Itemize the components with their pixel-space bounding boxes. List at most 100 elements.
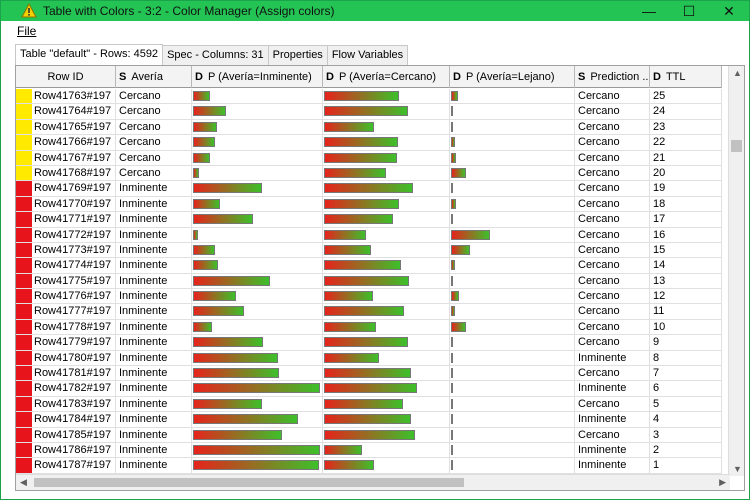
row-color-swatch <box>16 212 32 227</box>
probability-bar <box>324 121 374 132</box>
table-row[interactable]: Row41767#197 Cercano Cercano 21 <box>16 150 722 166</box>
row-id-text: Row41774#197 <box>34 259 112 272</box>
tab-properties[interactable]: Properties <box>267 45 328 65</box>
maximize-button[interactable]: ☐ <box>669 1 709 21</box>
probability-bar <box>193 383 320 394</box>
p-inminente-cell <box>192 181 323 196</box>
vertical-scrollbar[interactable]: ▲ ▼ <box>728 66 744 476</box>
averia-cell: Inminente <box>116 381 192 396</box>
table-row[interactable]: Row41776#197 Inminente Cercano 12 <box>16 289 722 305</box>
scroll-right-icon[interactable]: ▶ <box>719 477 726 488</box>
probability-bar <box>451 91 458 101</box>
probability-bar <box>324 198 399 209</box>
p-inminente-cell <box>192 227 323 242</box>
averia-cell: Inminente <box>116 242 192 258</box>
table-row[interactable]: Row41774#197 Inminente Cercano 14 <box>16 258 722 274</box>
prediction-cell: Cercano <box>575 366 650 381</box>
table-row[interactable]: Row41782#197 Inminente Inminente 6 <box>16 381 722 397</box>
row-id-cell: Row41770#197 <box>16 196 116 212</box>
averia-cell: Cercano <box>116 165 192 181</box>
probability-bar <box>193 152 210 163</box>
table-row[interactable]: Row41777#197 Inminente Cercano 11 <box>16 304 722 320</box>
table-row[interactable]: Row41773#197 Inminente Cercano 15 <box>16 242 722 259</box>
row-id-cell: Row41784#197 <box>16 412 116 427</box>
table-row[interactable]: Row41785#197 Inminente Cercano 3 <box>16 427 722 443</box>
probability-bar <box>324 183 413 194</box>
row-color-swatch <box>16 396 32 412</box>
column-header-ttl[interactable]: D TTL <box>650 66 722 88</box>
p-lejano-cell <box>450 227 575 242</box>
probability-bar <box>193 121 217 132</box>
column-header-p-lejano[interactable]: D P (Avería=Lejano) <box>450 66 575 88</box>
column-header-averia[interactable]: S Avería <box>116 66 192 88</box>
scroll-up-icon[interactable]: ▲ <box>733 68 742 78</box>
probability-bar <box>324 244 371 255</box>
column-header-prediction[interactable]: S Prediction ... <box>575 66 650 88</box>
horizontal-scrollbar[interactable]: ◀ ▶ <box>16 474 730 490</box>
horizontal-scroll-thumb[interactable] <box>34 478 464 487</box>
row-id-text: Row41781#197 <box>34 367 112 380</box>
averia-cell: Inminente <box>116 412 192 427</box>
probability-bar <box>324 383 417 394</box>
tab-flow-variables[interactable]: Flow Variables <box>326 45 409 65</box>
table-body: Row41763#197 Cercano Cercano 25 Row41764#197… <box>16 89 722 490</box>
averia-cell: Inminente <box>116 458 192 473</box>
probability-bar <box>451 368 453 379</box>
table-row[interactable]: Row41766#197 Cercano Cercano 22 <box>16 135 722 151</box>
color-manager-window: Table with Colors - 3:2 - Color Manager … <box>0 0 750 500</box>
ttl-cell: 2 <box>650 442 722 458</box>
table-row[interactable]: Row41778#197 Inminente Cercano 10 <box>16 319 722 336</box>
p-cercano-cell <box>323 227 450 242</box>
table-row[interactable]: Row41780#197 Inminente Inminente 8 <box>16 350 722 367</box>
table-row[interactable]: Row41779#197 Inminente Cercano 9 <box>16 335 722 351</box>
table-row[interactable]: Row41771#197 Inminente Cercano 17 <box>16 212 722 228</box>
p-cercano-cell <box>323 335 450 350</box>
column-header-p-inminente[interactable]: D P (Avería=Inminente) <box>192 66 323 88</box>
tab-table[interactable]: Table "default" - Rows: 4592 <box>15 44 164 65</box>
table-row[interactable]: Row41764#197 Cercano Cercano 24 <box>16 104 722 120</box>
table-row[interactable]: Row41768#197 Cercano Cercano 20 <box>16 165 722 182</box>
row-color-swatch <box>16 119 32 135</box>
prediction-cell: Cercano <box>575 427 650 442</box>
table-row[interactable]: Row41784#197 Inminente Inminente 4 <box>16 412 722 428</box>
table-row[interactable]: Row41772#197 Inminente Cercano 16 <box>16 227 722 243</box>
column-header-p-cercano[interactable]: D P (Avería=Cercano) <box>323 66 450 88</box>
table-row[interactable]: Row41787#197 Inminente Inminente 1 <box>16 458 722 474</box>
scroll-left-icon[interactable]: ◀ <box>20 477 27 488</box>
p-cercano-cell <box>323 427 450 442</box>
p-inminente-cell <box>192 319 323 335</box>
probability-bar <box>451 383 453 394</box>
minimize-button[interactable]: — <box>629 1 669 21</box>
row-id-text: Row41764#197 <box>34 105 112 118</box>
column-header-row-id[interactable]: Row ID <box>16 66 116 88</box>
probability-bar <box>193 444 320 455</box>
table-row[interactable]: Row41769#197 Inminente Cercano 19 <box>16 181 722 197</box>
table-row[interactable]: Row41770#197 Inminente Cercano 18 <box>16 196 722 213</box>
scroll-down-icon[interactable]: ▼ <box>733 464 742 474</box>
probability-bar <box>193 198 220 209</box>
row-id-cell: Row41785#197 <box>16 427 116 442</box>
table-row[interactable]: Row41781#197 Inminente Cercano 7 <box>16 366 722 382</box>
row-id-text: Row41770#197 <box>34 197 112 210</box>
row-id-cell: Row41777#197 <box>16 304 116 319</box>
ttl-cell: 22 <box>650 135 722 150</box>
row-id-text: Row41767#197 <box>34 151 112 164</box>
table-row[interactable]: Row41763#197 Cercano Cercano 25 <box>16 89 722 105</box>
vertical-scroll-thumb[interactable] <box>731 140 742 152</box>
probability-bar <box>193 321 212 332</box>
table-row[interactable]: Row41786#197 Inminente Inminente 2 <box>16 442 722 459</box>
p-cercano-cell <box>323 366 450 381</box>
close-button[interactable]: ✕ <box>709 1 749 21</box>
probability-bar <box>324 460 374 471</box>
p-inminente-cell <box>192 273 323 289</box>
prediction-cell: Cercano <box>575 258 650 273</box>
tab-spec[interactable]: Spec - Columns: 31 <box>162 45 269 65</box>
probability-bar <box>451 152 456 163</box>
p-inminente-cell <box>192 442 323 458</box>
table-row[interactable]: Row41775#197 Inminente Cercano 13 <box>16 273 722 290</box>
probability-bar <box>324 152 397 163</box>
table-row[interactable]: Row41765#197 Cercano Cercano 23 <box>16 119 722 136</box>
table-row[interactable]: Row41783#197 Inminente Cercano 5 <box>16 396 722 413</box>
probability-bar <box>193 137 215 148</box>
menu-file[interactable]: File <box>17 24 36 38</box>
